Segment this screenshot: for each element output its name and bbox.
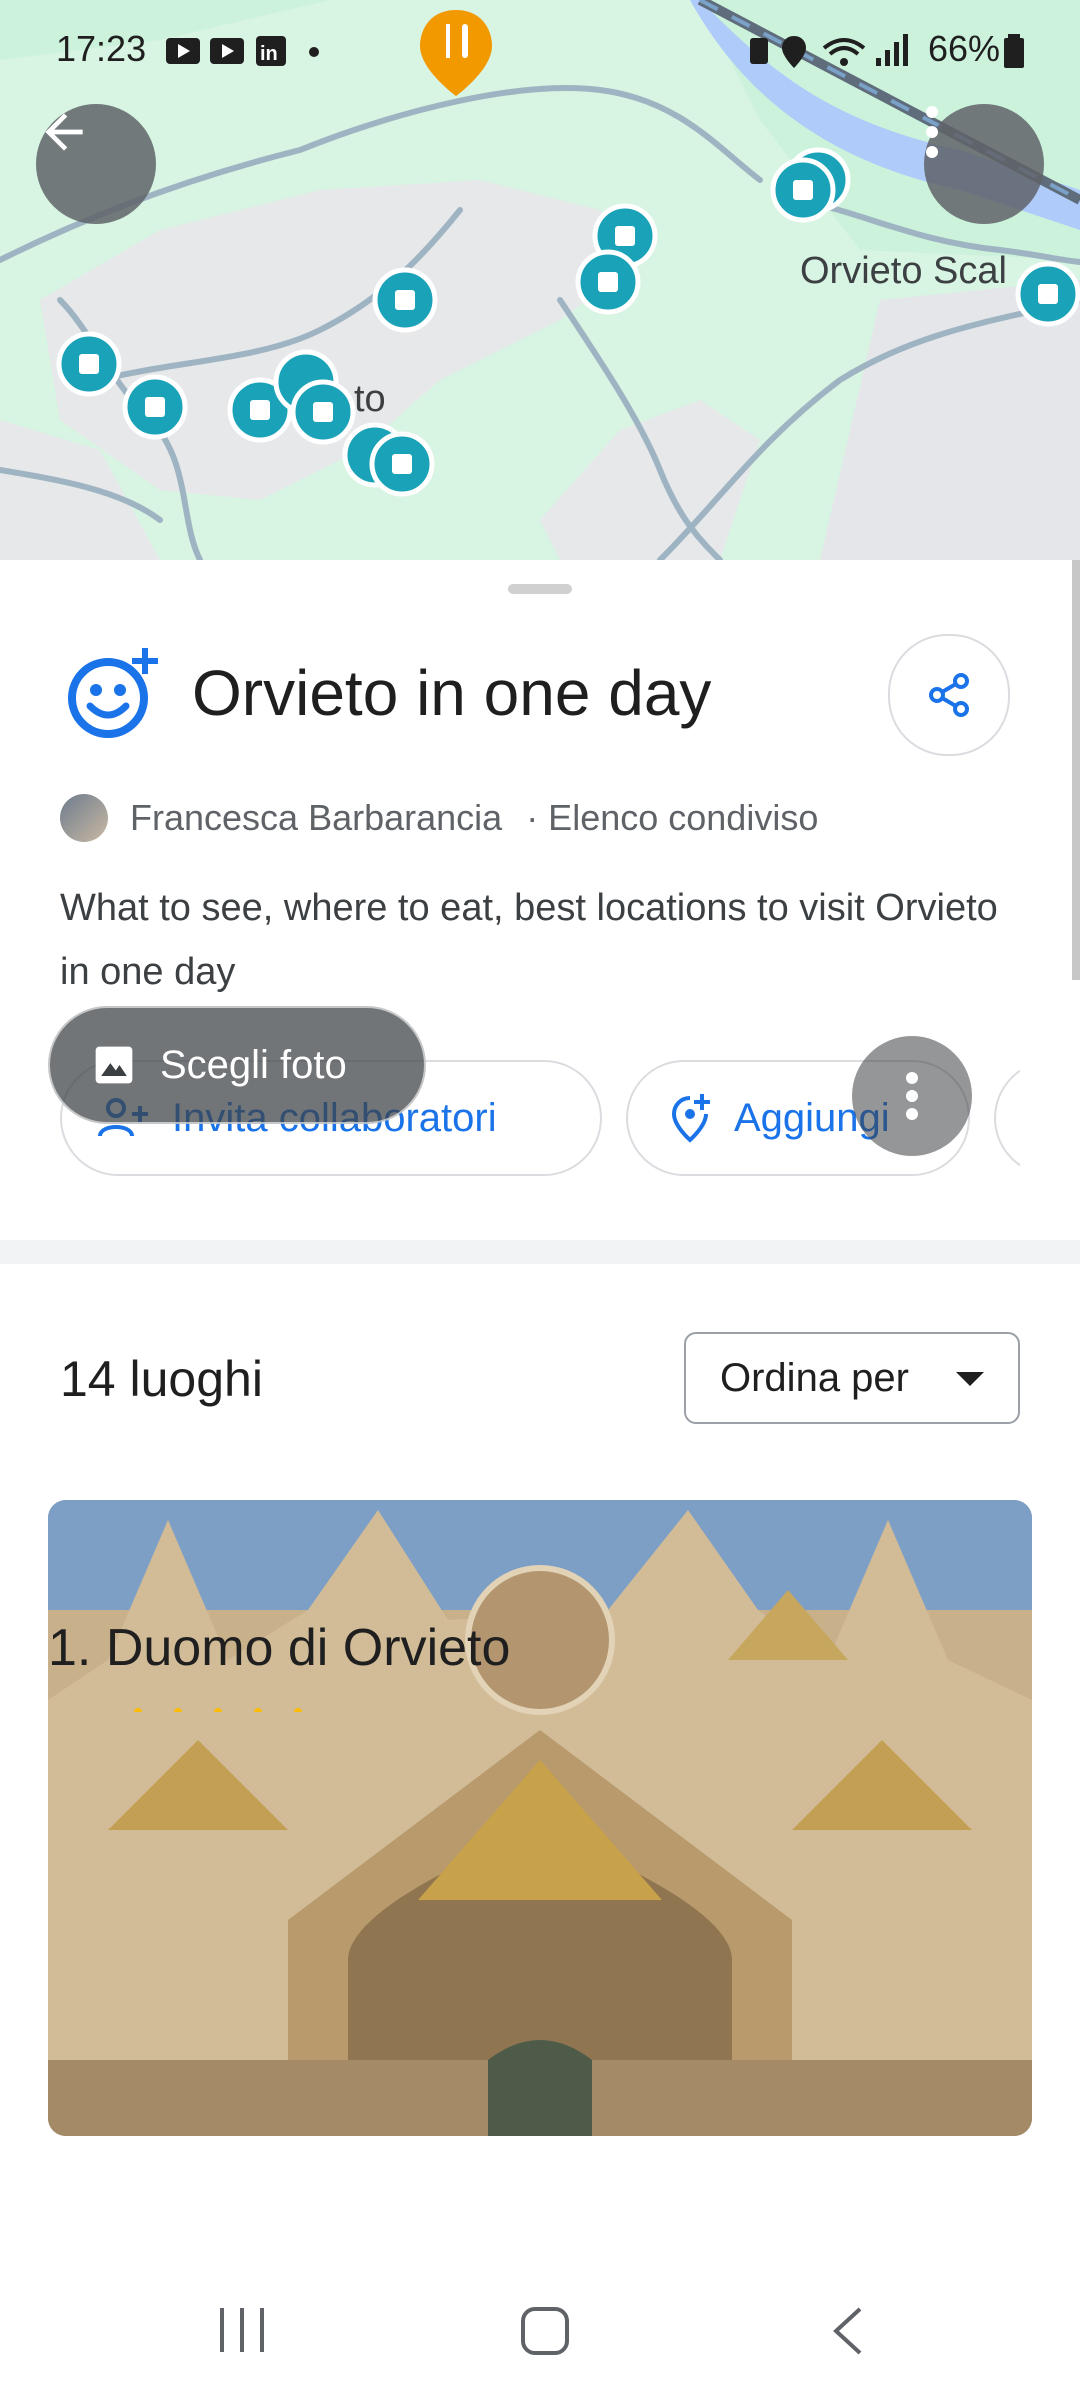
cathedral-image (48, 1500, 1032, 2136)
sort-dropdown[interactable]: Ordina per (684, 1332, 1020, 1424)
place-marker[interactable] (122, 374, 188, 440)
notification-icons: in (166, 36, 319, 66)
avatar[interactable] (60, 794, 108, 842)
dropdown-arrow-icon (956, 1372, 984, 1386)
sort-label: Ordina per (720, 1355, 909, 1400)
place-marker[interactable] (372, 267, 438, 333)
home-icon[interactable] (520, 2306, 570, 2356)
list-emoji-icon (68, 648, 158, 738)
rating-row-partial (48, 1698, 608, 1712)
image-icon (95, 1046, 133, 1084)
choose-photo-button[interactable]: Scegli foto (48, 1006, 426, 1124)
place-marker[interactable] (770, 157, 836, 223)
choose-photo-label: Scegli foto (160, 1042, 347, 1087)
map-view[interactable]: Orvieto Scal to 17:23 in 66% (0, 0, 1080, 560)
star-rating-icon (134, 1708, 302, 1712)
list-description: What to see, where to eat, best location… (60, 887, 998, 993)
battery-icon (1004, 34, 1024, 68)
list-title: Orvieto in one day (192, 657, 712, 729)
arrow-back-icon (45, 113, 83, 151)
place-marker[interactable] (575, 249, 641, 315)
scrollbar[interactable] (1072, 560, 1080, 980)
list-bottom-sheet[interactable]: Orvieto in one day Francesca Barbarancia… (0, 560, 1080, 2240)
map-label-orvieto: to (354, 378, 386, 420)
more-vert-icon (926, 106, 938, 158)
system-status-icons (750, 34, 908, 68)
place-more-options-button[interactable] (852, 1036, 972, 1156)
places-count: 14 luoghi (60, 1351, 263, 1407)
place-marker[interactable] (369, 431, 435, 497)
map-label-orvieto-scalo: Orvieto Scal (800, 250, 1007, 292)
share-button[interactable] (888, 634, 1010, 756)
place-marker[interactable] (290, 379, 356, 445)
recent-apps-icon[interactable] (218, 2306, 268, 2354)
section-divider (0, 1240, 1080, 1264)
svg-text:in: in (260, 43, 278, 65)
share-icon (929, 673, 969, 717)
more-vert-icon (906, 1072, 918, 1120)
more-options-button[interactable] (924, 104, 1044, 224)
place-marker[interactable] (1015, 261, 1080, 327)
battery-percent: 66% (927, 28, 1000, 69)
sheet-drag-handle[interactable] (508, 584, 572, 594)
place-photo[interactable] (48, 1500, 1032, 2136)
place-title[interactable]: 1. Duomo di Orvieto (48, 1618, 510, 1678)
author-row: Francesca Barbarancia · Elenco condiviso (60, 792, 818, 844)
author-name[interactable]: Francesca Barbarancia (130, 797, 502, 839)
status-time: 17:23 (56, 28, 147, 69)
chip-fade (1020, 1050, 1080, 1186)
system-navigation-bar (0, 2240, 1080, 2400)
place-marker[interactable] (56, 331, 122, 397)
add-location-icon (671, 1094, 710, 1143)
status-bar: 17:23 in 66% (0, 22, 1080, 82)
back-nav-icon[interactable] (830, 2306, 866, 2356)
list-type-label: · Elenco condiviso (526, 797, 819, 838)
back-button[interactable] (36, 104, 156, 224)
